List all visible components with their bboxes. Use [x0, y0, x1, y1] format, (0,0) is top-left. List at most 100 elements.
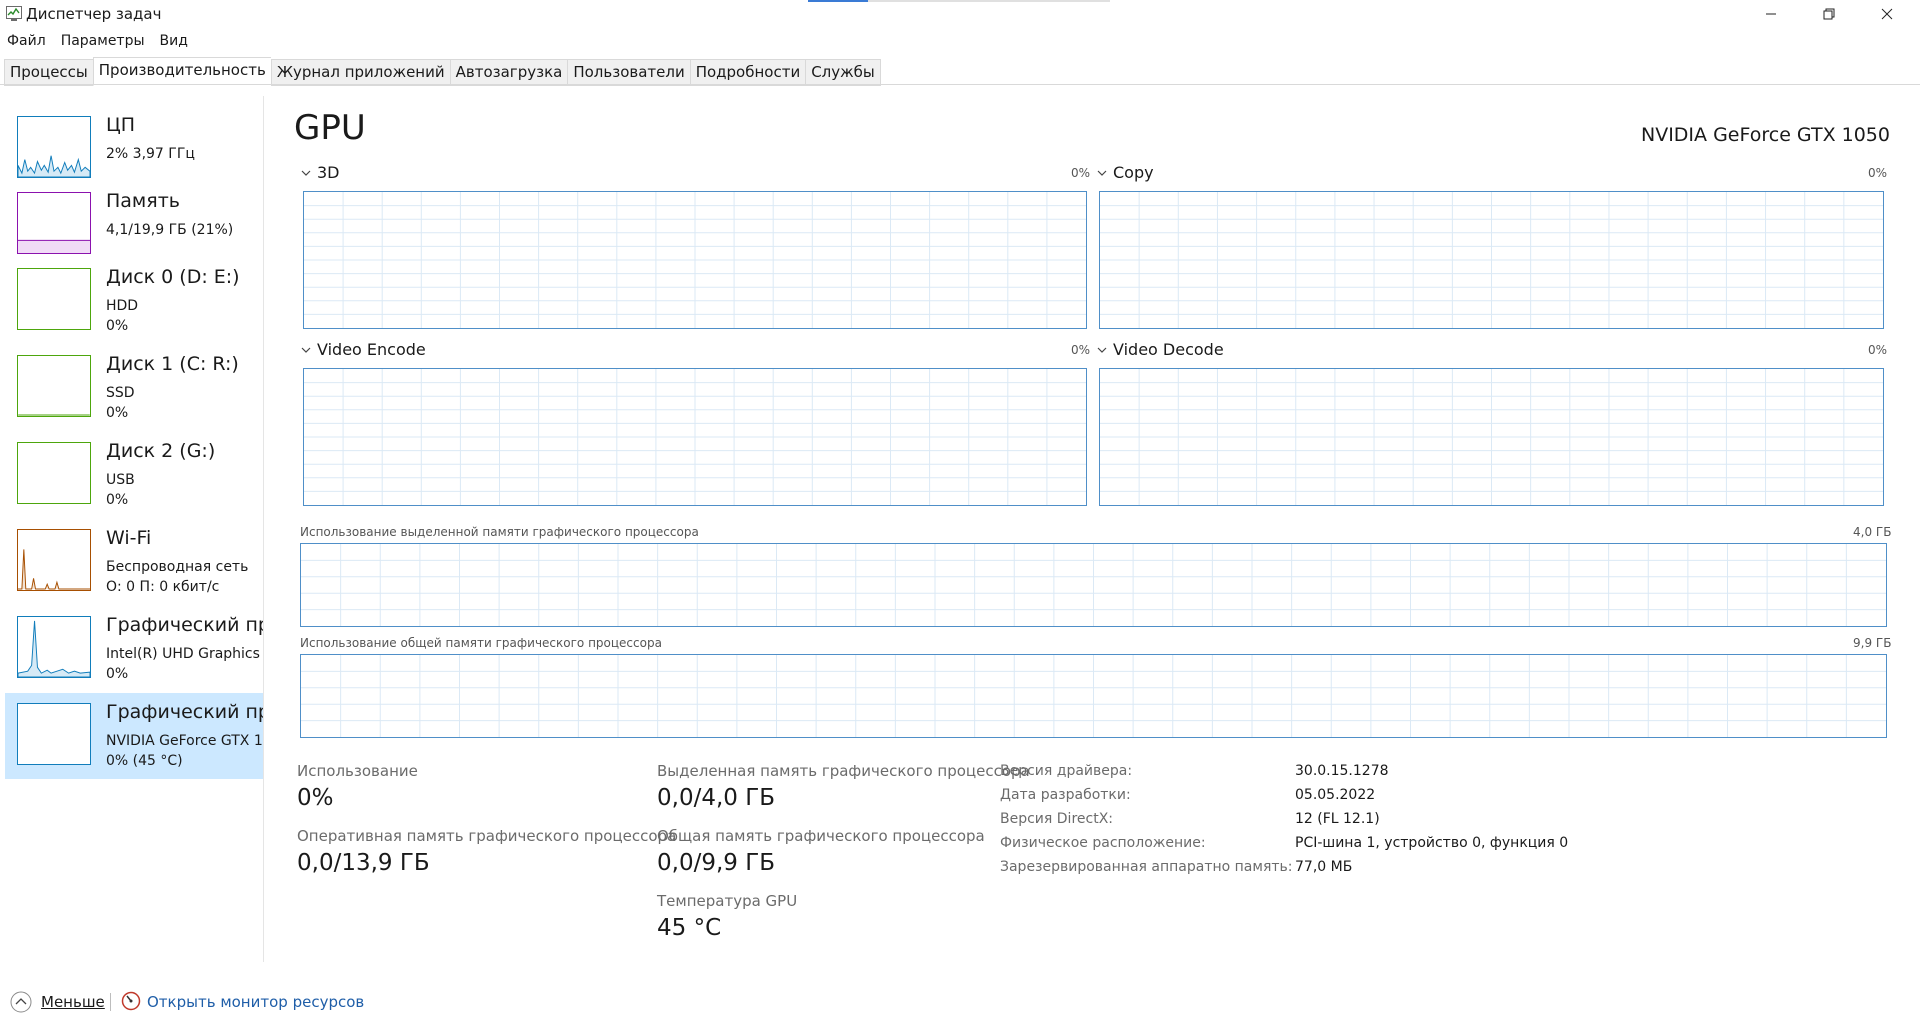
engine-label: Copy	[1113, 163, 1154, 182]
restore-icon	[1823, 8, 1835, 20]
sidebar-item-subtitle: 2% 3,97 ГГц	[106, 146, 195, 162]
reserved-memory-key: Зарезервированная аппаратно память:	[1000, 859, 1293, 875]
footer-divider	[110, 993, 111, 1011]
dedicated-memory-value: 0,0/4,0 ГБ	[657, 785, 776, 811]
tab-processes[interactable]: Процессы	[4, 59, 93, 86]
driver-date-key: Дата разработки:	[1000, 787, 1131, 803]
graph-3d	[303, 191, 1087, 329]
menu-bar: Файл Параметры Вид	[0, 31, 196, 53]
sidebar-item-subtitle: NVIDIA GeForce GTX 1050	[106, 733, 263, 749]
sidebar-item-value: 0%	[106, 318, 129, 334]
close-icon	[1881, 8, 1893, 20]
graph-shared-memory	[300, 654, 1887, 738]
sidebar-item-value: 0%	[106, 492, 129, 508]
maximize-button[interactable]	[1800, 0, 1858, 28]
sidebar-item-value: 0%	[106, 405, 129, 421]
graph-video-encode	[303, 368, 1087, 506]
gpu-temperature-label: Температура GPU	[657, 892, 798, 910]
open-resource-monitor-link[interactable]: Открыть монитор ресурсов	[147, 993, 364, 1011]
engine-label: 3D	[317, 163, 340, 182]
fewer-details-button[interactable]	[10, 991, 32, 1013]
minimize-icon	[1766, 13, 1776, 15]
tab-services[interactable]: Службы	[805, 59, 881, 86]
chevron-down-icon	[301, 170, 311, 176]
graph-copy	[1099, 191, 1884, 329]
title-bar: Диспетчер задач	[0, 0, 1920, 28]
engine-max-label: 0%	[1071, 166, 1091, 180]
menu-file[interactable]: Файл	[0, 31, 54, 53]
sidebar-item-subtitle: SSD	[106, 385, 135, 401]
shared-memory-label: Общая память графического процессора	[657, 827, 985, 845]
driver-date-value: 05.05.2022	[1295, 787, 1376, 803]
resource-monitor-icon	[121, 991, 141, 1011]
close-button[interactable]	[1858, 0, 1916, 28]
disk-2-thumbnail-graph	[17, 442, 91, 504]
sidebar-item-memory[interactable]: Память 4,1/19,9 ГБ (21%)	[5, 182, 263, 268]
shared-memory-graph-max: 9,9 ГБ	[1853, 636, 1892, 650]
sidebar-item-title: Графический процессор 0	[106, 614, 263, 636]
page-title: GPU	[294, 108, 366, 148]
memory-thumbnail-graph	[17, 192, 91, 254]
chevron-down-icon	[301, 347, 311, 353]
shared-memory-graph-label: Использование общей памяти графического …	[300, 636, 662, 650]
tab-divider	[0, 84, 1920, 85]
directx-version-value: 12 (FL 12.1)	[1295, 811, 1380, 827]
chevron-down-icon	[1097, 170, 1107, 176]
tab-app-history[interactable]: Журнал приложений	[270, 59, 450, 86]
engine-max-label: 0%	[1868, 166, 1888, 180]
wifi-thumbnail-graph	[17, 529, 91, 591]
sidebar-item-subtitle: USB	[106, 472, 135, 488]
sidebar-item-value: 0% (45 °C)	[106, 753, 183, 769]
dedicated-memory-graph-max: 4,0 ГБ	[1853, 525, 1892, 539]
title-progress-indicator	[808, 0, 1110, 2]
physical-location-key: Физическое расположение:	[1000, 835, 1206, 851]
engine-label: Video Decode	[1113, 340, 1224, 359]
menu-view[interactable]: Вид	[153, 31, 196, 53]
sidebar-item-value: 0%	[106, 666, 129, 682]
sidebar-item-title: Диск 2 (G:)	[106, 440, 216, 462]
minimize-button[interactable]	[1742, 0, 1800, 28]
chevron-up-circle-icon	[10, 991, 32, 1013]
sidebar-item-value: О: 0 П: 0 кбит/с	[106, 579, 220, 595]
engine-selector-copy[interactable]: Copy	[1096, 163, 1154, 182]
dedicated-memory-graph-label: Использование выделенной памяти графичес…	[300, 525, 699, 539]
sidebar-item-cpu[interactable]: ЦП 2% 3,97 ГГц	[5, 106, 263, 192]
disk-1-thumbnail-graph	[17, 355, 91, 417]
usage-label: Использование	[297, 762, 418, 780]
engine-max-label: 0%	[1868, 343, 1888, 357]
sidebar-item-title: ЦП	[106, 114, 136, 136]
sidebar-item-disk-2[interactable]: Диск 2 (G:) USB 0%	[5, 432, 263, 518]
sidebar-item-gpu-1[interactable]: Графический процессор 1 NVIDIA GeForce G…	[5, 693, 263, 779]
sidebar-item-subtitle: 4,1/19,9 ГБ (21%)	[106, 222, 234, 238]
gpu-temperature-value: 45 °C	[657, 915, 722, 941]
fewer-details-link[interactable]: Меньше	[41, 993, 105, 1011]
shared-memory-value: 0,0/9,9 ГБ	[657, 850, 776, 876]
sidebar-item-subtitle: Беспроводная сеть	[106, 559, 249, 575]
engine-selector-video-decode[interactable]: Video Decode	[1096, 340, 1224, 359]
sidebar-item-disk-1[interactable]: Диск 1 (C: R:) SSD 0%	[5, 345, 263, 431]
driver-version-value: 30.0.15.1278	[1295, 763, 1389, 779]
sidebar-item-subtitle: HDD	[106, 298, 139, 314]
window-title: Диспетчер задач	[26, 5, 162, 23]
graph-video-decode	[1099, 368, 1884, 506]
sidebar-item-title: Диск 0 (D: E:)	[106, 266, 240, 288]
gpu-1-thumbnail-graph	[17, 703, 91, 765]
usage-value: 0%	[297, 785, 334, 811]
menu-options[interactable]: Параметры	[54, 31, 153, 53]
tab-startup[interactable]: Автозагрузка	[449, 59, 568, 86]
tab-details[interactable]: Подробности	[689, 59, 806, 86]
engine-label: Video Encode	[317, 340, 426, 359]
sidebar-item-title: Память	[106, 190, 180, 212]
driver-version-key: Версия драйвера:	[1000, 763, 1133, 779]
sidebar-item-gpu-0[interactable]: Графический процессор 0 Intel(R) UHD Gra…	[5, 606, 263, 692]
sidebar-item-wifi[interactable]: Wi-Fi Беспроводная сеть О: 0 П: 0 кбит/с	[5, 519, 263, 605]
tab-users[interactable]: Пользователи	[567, 59, 690, 86]
gpu-ram-value: 0,0/13,9 ГБ	[297, 850, 430, 876]
resource-sidebar: ЦП 2% 3,97 ГГц Память 4,1/19,9 ГБ (21%) …	[0, 96, 264, 962]
tab-performance[interactable]: Производительность	[92, 57, 271, 86]
engine-selector-3d[interactable]: 3D	[300, 163, 340, 182]
sidebar-item-disk-0[interactable]: Диск 0 (D: E:) HDD 0%	[5, 258, 263, 344]
sidebar-item-subtitle: Intel(R) UHD Graphics 630	[106, 646, 263, 662]
engine-selector-video-encode[interactable]: Video Encode	[300, 340, 426, 359]
dedicated-memory-label: Выделенная память графического процессор…	[657, 762, 1030, 780]
